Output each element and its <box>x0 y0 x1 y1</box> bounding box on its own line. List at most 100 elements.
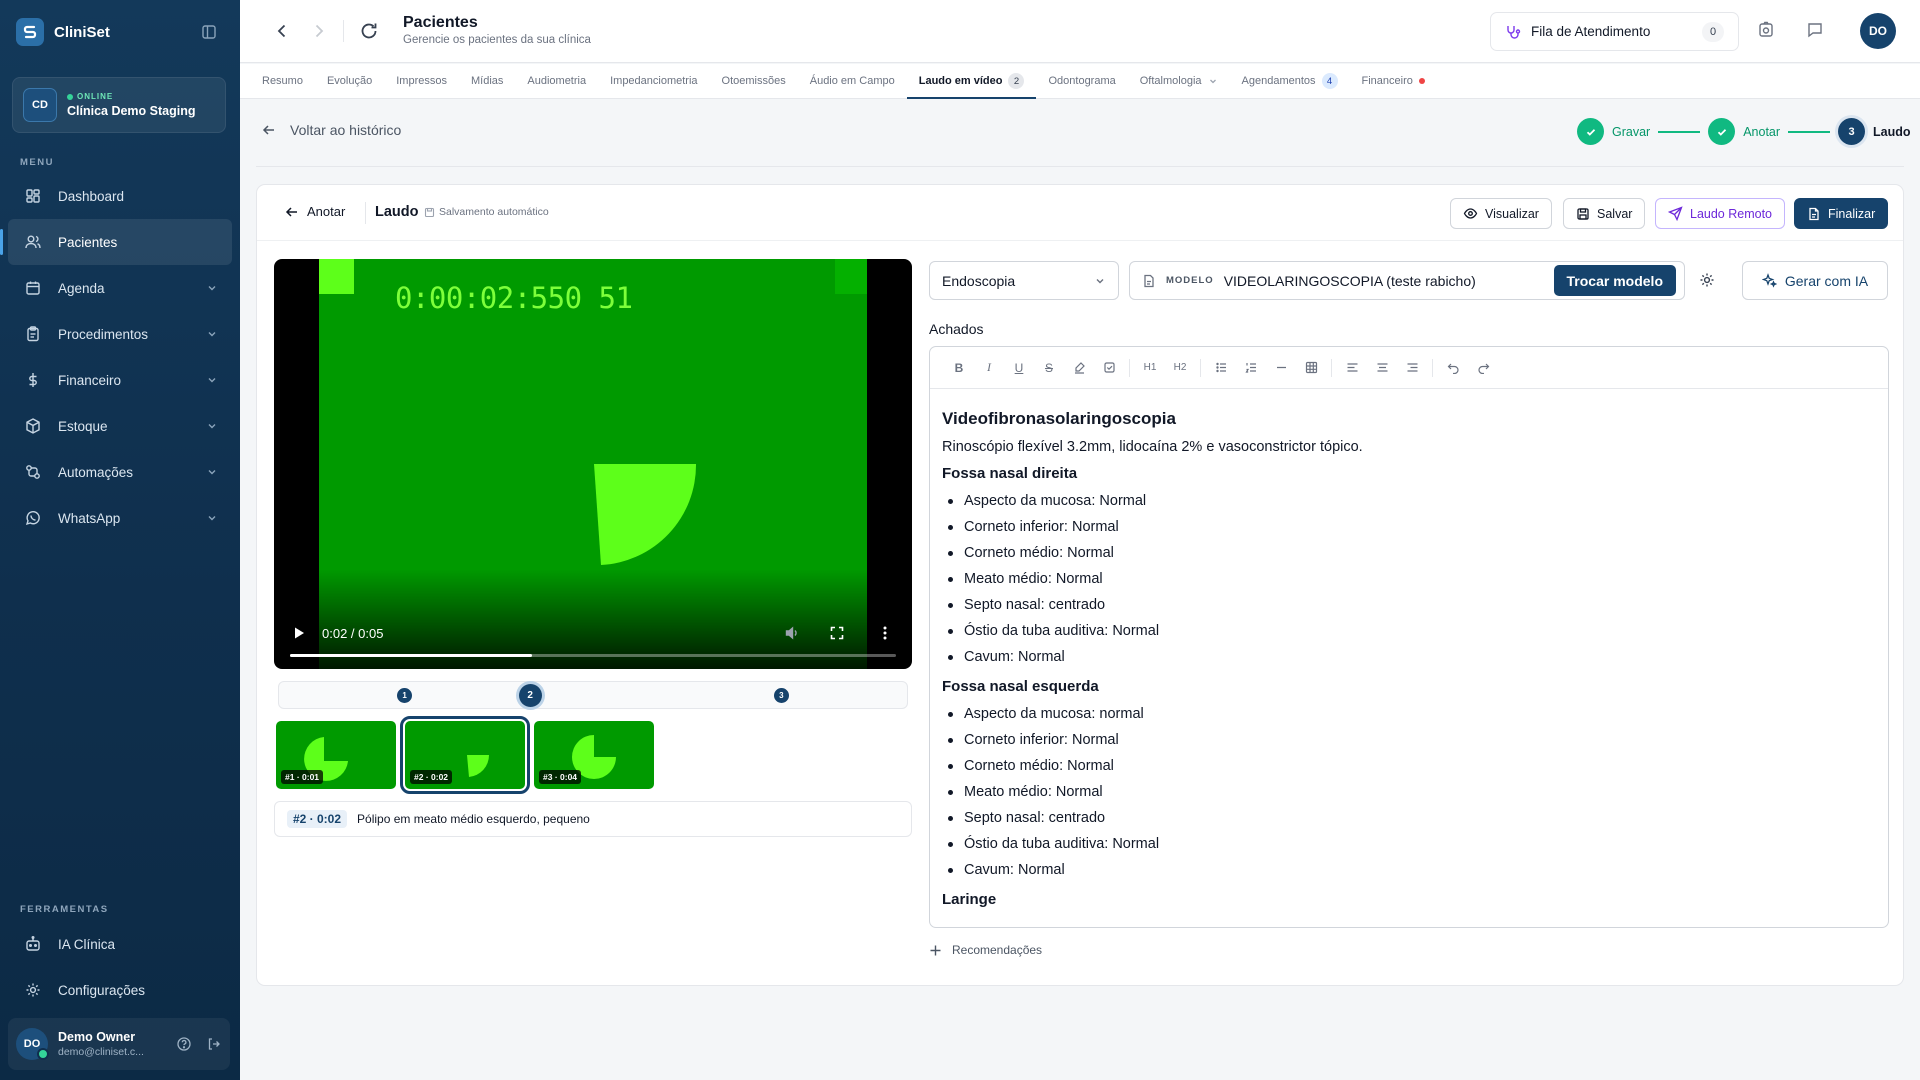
sidebar-item-whatsapp[interactable]: WhatsApp <box>8 495 232 541</box>
tab-audiometria[interactable]: Audiometria <box>515 64 598 98</box>
sidebar-item-agenda[interactable]: Agenda <box>8 265 232 311</box>
help-icon[interactable] <box>176 1036 192 1052</box>
button-label: Laudo Remoto <box>1690 206 1773 221</box>
play-icon[interactable] <box>292 626 306 640</box>
timeline-marker-1[interactable]: 1 <box>397 688 413 703</box>
tab-resumo[interactable]: Resumo <box>250 64 315 98</box>
heading-1-icon[interactable]: H1 <box>1135 354 1165 382</box>
timeline-marker-3[interactable]: 3 <box>773 688 789 703</box>
timeline-marker-2[interactable]: 2 <box>518 684 542 707</box>
step-laudo[interactable]: 3 Laudo <box>1838 118 1911 145</box>
tab-otoemissoes[interactable]: Otoemissões <box>710 64 798 98</box>
brand[interactable]: CliniSet <box>16 18 110 46</box>
horizontal-rule-icon[interactable] <box>1266 354 1296 382</box>
generate-with-ai-button[interactable]: Gerar com IA <box>1742 261 1888 300</box>
tab-midias[interactable]: Mídias <box>459 64 515 98</box>
thumbnail-label: #1 · 0:01 <box>281 770 324 784</box>
preview-button[interactable]: Visualizar <box>1450 198 1552 229</box>
sidebar-collapse-icon[interactable] <box>200 23 218 41</box>
tab-financeiro[interactable]: Financeiro <box>1350 64 1437 98</box>
sparkles-icon <box>1761 273 1777 288</box>
step-anotar[interactable]: Anotar <box>1708 118 1780 145</box>
align-center-icon[interactable] <box>1367 354 1397 382</box>
back-to-annotate-button[interactable]: Anotar <box>285 204 345 219</box>
findings-editor[interactable]: B I U S H1 H2 Videofibronasolaringoscopi… <box>929 346 1889 928</box>
underline-icon[interactable]: U <box>1004 354 1034 382</box>
logout-icon[interactable] <box>206 1036 222 1052</box>
message-icon[interactable] <box>1805 20 1827 42</box>
sidebar-item-estoque[interactable]: Estoque <box>8 403 232 449</box>
video-progress-bar[interactable] <box>290 654 896 657</box>
tab-evolucao[interactable]: Evolução <box>315 64 384 98</box>
tab-audio-em-campo[interactable]: Áudio em Campo <box>798 64 907 98</box>
camera-icon[interactable] <box>1756 20 1778 42</box>
fullscreen-icon[interactable] <box>829 625 845 641</box>
finish-button[interactable]: Finalizar <box>1794 198 1889 229</box>
step-label: Gravar <box>1612 124 1651 139</box>
tab-odontograma[interactable]: Odontograma <box>1036 64 1127 98</box>
strikethrough-icon[interactable]: S <box>1034 354 1064 382</box>
editor-content[interactable]: Videofibronasolaringoscopia Rinoscópio f… <box>930 389 1888 927</box>
bullet-list-icon[interactable] <box>1206 354 1236 382</box>
step-connector <box>1788 130 1831 133</box>
refresh-icon[interactable] <box>358 20 380 42</box>
frame-thumbnail-1[interactable]: #1 · 0:01 <box>276 721 396 789</box>
frame-thumbnail-2[interactable]: #2 · 0:02 <box>400 716 530 794</box>
sidebar-item-dashboard[interactable]: Dashboard <box>8 173 232 219</box>
user-card[interactable]: DO Demo Owner demo@cliniset.c... <box>8 1018 230 1070</box>
video-player[interactable]: 0:00:02:550 51 0:02 / 0:05 <box>274 259 912 669</box>
heading-2-icon[interactable]: H2 <box>1165 354 1195 382</box>
highlight-icon[interactable] <box>1064 354 1094 382</box>
sidebar-item-procedimentos[interactable]: Procedimentos <box>8 311 232 357</box>
gear-icon[interactable] <box>1698 271 1716 289</box>
step-number: 3 <box>1838 118 1866 145</box>
save-button[interactable]: Salvar <box>1563 198 1646 229</box>
tab-impedanciometria[interactable]: Impedanciometria <box>598 64 709 98</box>
tab-laudo-em-video[interactable]: Laudo em vídeo 2 <box>906 64 1037 99</box>
specialty-select[interactable]: Endoscopia <box>929 261 1119 300</box>
avatar[interactable]: DO <box>1860 13 1896 49</box>
bold-icon[interactable]: B <box>944 354 974 382</box>
tab-oftalmologia[interactable]: Oftalmologia <box>1128 64 1230 98</box>
align-left-icon[interactable] <box>1337 354 1367 382</box>
sidebar-item-ia-clinica[interactable]: IA Clínica <box>8 921 232 967</box>
sidebar-item-financeiro[interactable]: Financeiro <box>8 357 232 403</box>
back-arrow-icon[interactable] <box>271 20 293 42</box>
more-vertical-icon[interactable] <box>877 625 893 641</box>
add-recommendations-button[interactable]: Recomendações <box>929 943 1042 957</box>
bot-icon <box>24 935 42 953</box>
tab-impressos[interactable]: Impressos <box>384 64 459 98</box>
clinic-switcher[interactable]: CD ONLINE Clínica Demo Staging <box>12 77 226 133</box>
stethoscope-icon <box>1505 24 1521 40</box>
sidebar-item-label: Financeiro <box>58 372 122 388</box>
sidebar-item-pacientes[interactable]: Pacientes <box>0 219 232 265</box>
annotation-note[interactable]: #2 · 0:02 Pólipo em meato médio esquerdo… <box>274 801 912 837</box>
whatsapp-icon <box>24 509 42 527</box>
volume-icon[interactable] <box>784 625 800 641</box>
page-subtitle: Gerencie os pacientes da sua clínica <box>403 34 591 46</box>
italic-icon[interactable]: I <box>974 354 1004 382</box>
frame-thumbnail-3[interactable]: #3 · 0:04 <box>534 721 654 789</box>
step-gravar[interactable]: Gravar <box>1577 118 1650 145</box>
numbered-list-icon[interactable] <box>1236 354 1266 382</box>
sidebar-item-configuracoes[interactable]: Configurações <box>8 967 232 1013</box>
clinic-name: Clínica Demo Staging <box>67 104 196 118</box>
tab-label: Laudo em vídeo <box>918 75 1003 87</box>
redo-icon[interactable] <box>1468 354 1498 382</box>
send-icon <box>1668 206 1683 221</box>
remote-report-button[interactable]: Laudo Remoto <box>1655 198 1786 229</box>
back-to-history-link[interactable]: Voltar ao histórico <box>262 122 401 138</box>
button-label: Salvar <box>1597 206 1633 221</box>
tab-label: Mídias <box>470 75 504 87</box>
forward-arrow-icon[interactable] <box>308 20 330 42</box>
annotation-timeline[interactable]: 1 2 3 <box>278 681 908 709</box>
tab-agendamentos[interactable]: Agendamentos 4 <box>1230 64 1350 98</box>
undo-icon[interactable] <box>1438 354 1468 382</box>
checkbox-icon[interactable] <box>1094 354 1124 382</box>
sidebar-item-automacoes[interactable]: Automações <box>8 449 232 495</box>
change-model-button[interactable]: Trocar modelo <box>1553 265 1676 296</box>
align-right-icon[interactable] <box>1397 354 1427 382</box>
back-label: Anotar <box>307 204 346 219</box>
queue-button[interactable]: Fila de Atendimento 0 <box>1490 12 1739 51</box>
table-icon[interactable] <box>1296 354 1326 382</box>
